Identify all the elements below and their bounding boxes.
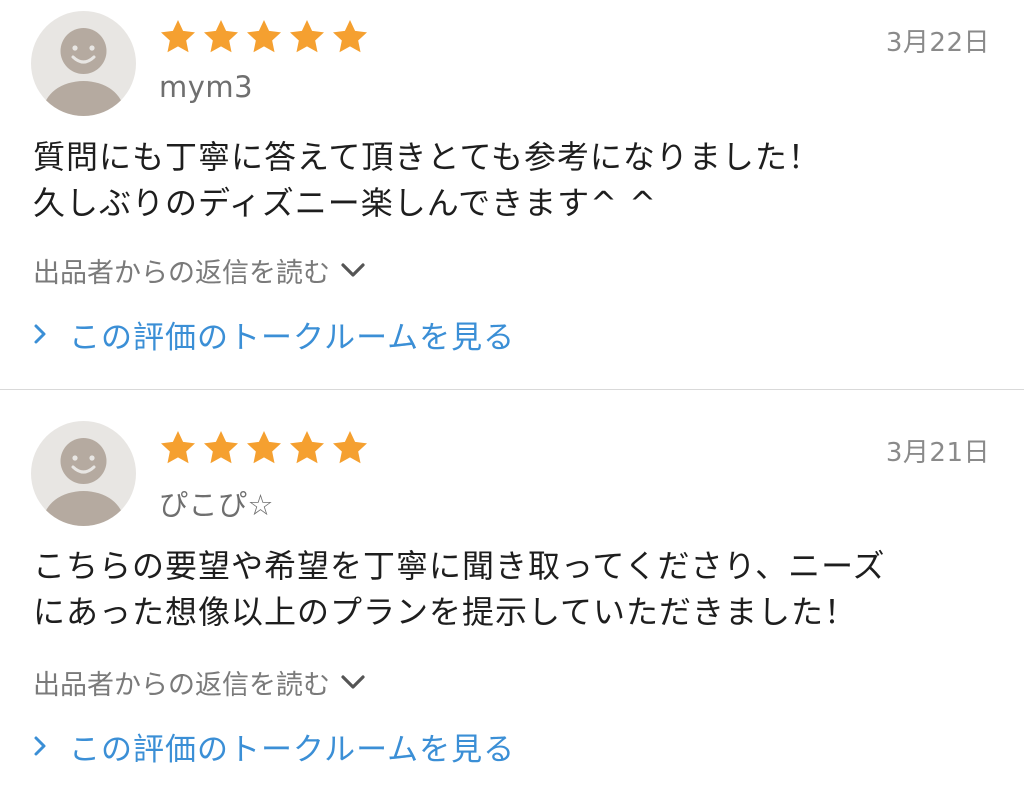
- star-icon: [201, 428, 241, 468]
- review-comment-line: にあった想像以上のプランを提示していただきました！: [33, 593, 858, 631]
- read-seller-reply-button[interactable]: 出品者からの返信を読む: [33, 250, 366, 290]
- review-comment: 質問にも丁寧に答えて頂きとても参考になりました！ 久しぶりのディズニー楽しんでき…: [33, 134, 993, 226]
- chevron-down-icon: [340, 673, 366, 691]
- chevron-down-icon: [340, 261, 366, 279]
- star-icon: [287, 428, 327, 468]
- star-icon: [158, 428, 198, 468]
- review-comment-line: こちらの要望や希望を丁寧に聞き取ってくださり、ニーズ: [33, 547, 886, 585]
- star-icon: [244, 17, 284, 57]
- review-comment-line: 久しぶりのディズニー楽しんできます^ ^: [33, 184, 657, 222]
- star-icon: [287, 17, 327, 57]
- reviewer-name[interactable]: mym3: [159, 70, 253, 104]
- chevron-right-icon: [33, 735, 47, 757]
- star-icon: [330, 428, 370, 468]
- review-date: 3月21日: [885, 438, 990, 468]
- read-seller-reply-label: 出品者からの返信を読む: [33, 257, 330, 289]
- read-seller-reply-label: 出品者からの返信を読む: [33, 669, 330, 701]
- review-comment: こちらの要望や希望を丁寧に聞き取ってくださり、ニーズ にあった想像以上のプランを…: [33, 543, 993, 635]
- star-rating: [158, 428, 370, 468]
- user-avatar-icon[interactable]: [31, 421, 136, 526]
- star-rating: [158, 17, 370, 57]
- review-card: 3月22日 mym3 質問にも丁寧に答えて頂きとても参考になりました！ 久しぶり…: [0, 0, 1024, 389]
- review-card: 3月21日 ぴこぴ☆ こちらの要望や希望を丁寧に聞き取ってくださり、ニーズ にあ…: [0, 390, 1024, 792]
- review-date: 3月22日: [885, 28, 990, 58]
- star-icon: [244, 428, 284, 468]
- view-talkroom-link[interactable]: この評価のトークルームを見る: [33, 724, 515, 768]
- review-comment-line: 質問にも丁寧に答えて頂きとても参考になりました！: [33, 138, 821, 176]
- view-talkroom-label: この評価のトークルームを見る: [69, 731, 516, 768]
- user-avatar-icon[interactable]: [31, 11, 136, 116]
- view-talkroom-link[interactable]: この評価のトークルームを見る: [33, 312, 515, 356]
- reviewer-name[interactable]: ぴこぴ☆: [159, 482, 274, 524]
- view-talkroom-label: この評価のトークルームを見る: [69, 319, 516, 356]
- read-seller-reply-button[interactable]: 出品者からの返信を読む: [33, 662, 366, 702]
- star-icon: [201, 17, 241, 57]
- star-icon: [330, 17, 370, 57]
- star-icon: [158, 17, 198, 57]
- chevron-right-icon: [33, 323, 47, 345]
